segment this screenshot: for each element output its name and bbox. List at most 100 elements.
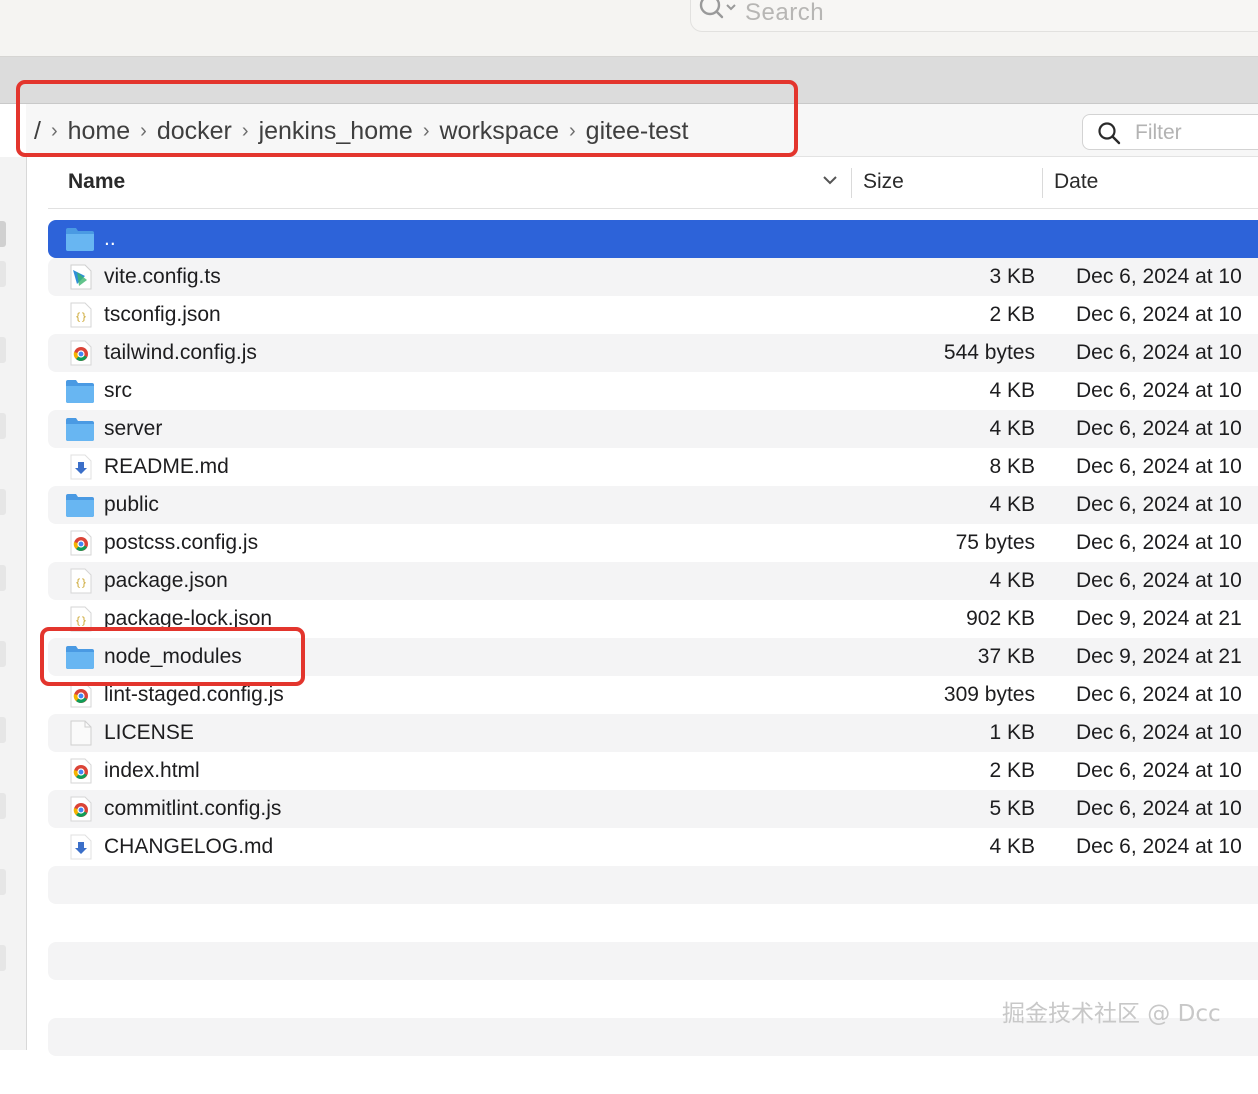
column-header: Name Size Date bbox=[48, 158, 1258, 209]
file-row[interactable]: vite.config.ts 3 KB Dec 6, 2024 at 10 bbox=[48, 258, 1258, 296]
sidebar-item[interactable] bbox=[0, 793, 6, 819]
file-date: Dec 6, 2024 at 10 bbox=[1076, 303, 1242, 326]
file-size: 4 KB bbox=[989, 379, 1035, 402]
file-size: 2 KB bbox=[989, 303, 1035, 326]
file-date: Dec 6, 2024 at 10 bbox=[1076, 417, 1242, 440]
file-size: 4 KB bbox=[989, 835, 1035, 858]
folder-icon bbox=[65, 378, 95, 404]
file-date: Dec 6, 2024 at 10 bbox=[1076, 379, 1242, 402]
file-size: 37 KB bbox=[977, 645, 1035, 668]
file-name: server bbox=[104, 417, 163, 440]
annotation-highlight-node-modules bbox=[40, 627, 305, 686]
search-icon bbox=[699, 0, 736, 19]
column-header-date[interactable]: Date bbox=[1054, 170, 1098, 194]
file-name: tailwind.config.js bbox=[104, 341, 257, 364]
file-row[interactable]: README.md 8 KB Dec 6, 2024 at 10 bbox=[48, 448, 1258, 486]
sidebar-item[interactable] bbox=[0, 221, 6, 247]
sidebar-item[interactable] bbox=[0, 261, 6, 287]
file-name: commitlint.config.js bbox=[104, 797, 282, 820]
svg-text:{}: {} bbox=[75, 312, 87, 323]
file-name: src bbox=[104, 379, 132, 402]
file-name: index.html bbox=[104, 759, 200, 782]
sidebar-item[interactable] bbox=[0, 337, 6, 363]
file-date: Dec 6, 2024 at 10 bbox=[1076, 493, 1242, 516]
file-date: Dec 6, 2024 at 10 bbox=[1076, 455, 1242, 478]
file-size: 2 KB bbox=[989, 759, 1035, 782]
file-size: 309 bytes bbox=[943, 683, 1035, 706]
watermark: 掘金技术社区 @ Dcc bbox=[1002, 1001, 1221, 1027]
file-date: Dec 6, 2024 at 10 bbox=[1076, 759, 1242, 782]
chrome-js-file-icon bbox=[65, 758, 95, 784]
file-date: Dec 9, 2024 at 21 bbox=[1076, 607, 1242, 630]
json-file-icon: {} bbox=[65, 568, 95, 594]
file-name: postcss.config.js bbox=[104, 531, 259, 554]
file-date: Dec 6, 2024 at 10 bbox=[1076, 341, 1242, 364]
file-row[interactable]: src 4 KB Dec 6, 2024 at 10 bbox=[48, 372, 1258, 410]
file-row[interactable]: postcss.config.js 75 bytes Dec 6, 2024 at … bbox=[48, 524, 1258, 562]
search-icon bbox=[1098, 122, 1121, 145]
typescript-file-icon bbox=[65, 264, 95, 290]
filter-placeholder: Filter bbox=[1135, 121, 1182, 144]
svg-text:{}: {} bbox=[75, 616, 87, 627]
markdown-file-icon bbox=[65, 454, 95, 480]
file-size: 75 bytes bbox=[955, 531, 1035, 554]
file-row[interactable]: public 4 KB Dec 6, 2024 at 10 bbox=[48, 486, 1258, 524]
chrome-js-file-icon bbox=[65, 530, 95, 556]
file-date: Dec 6, 2024 at 10 bbox=[1076, 569, 1242, 592]
sidebar-item[interactable] bbox=[0, 717, 6, 743]
file-row[interactable]: tailwind.config.js 544 bytes Dec 6, 2024 a… bbox=[48, 334, 1258, 372]
column-header-name[interactable]: Name bbox=[68, 170, 125, 194]
sidebar-item[interactable] bbox=[0, 489, 6, 515]
sidebar-item[interactable] bbox=[0, 565, 6, 591]
svg-text:{}: {} bbox=[75, 578, 87, 589]
sidebar-item[interactable] bbox=[0, 413, 6, 439]
file-row[interactable]: {} tsconfig.json 2 KB Dec 6, 2024 at 10 bbox=[48, 296, 1258, 334]
file-row[interactable]: commitlint.config.js 5 KB Dec 6, 2024 at 1… bbox=[48, 790, 1258, 828]
chrome-js-file-icon bbox=[65, 796, 95, 822]
markdown-file-icon bbox=[65, 834, 95, 860]
file-size: 1 KB bbox=[989, 721, 1035, 744]
column-divider[interactable] bbox=[1042, 168, 1043, 198]
file-name: LICENSE bbox=[104, 721, 194, 744]
file-size: 902 KB bbox=[966, 607, 1035, 630]
folder-icon bbox=[65, 492, 95, 518]
folder-icon bbox=[65, 226, 95, 252]
file-date: Dec 6, 2024 at 10 bbox=[1076, 835, 1242, 858]
sidebar-item[interactable] bbox=[0, 869, 6, 895]
file-row[interactable]: {} package.json 4 KB Dec 6, 2024 at 10 bbox=[48, 562, 1258, 600]
file-name: lint-staged.config.js bbox=[104, 683, 284, 706]
file-name: CHANGELOG.md bbox=[104, 835, 274, 858]
file-size: 5 KB bbox=[989, 797, 1035, 820]
file-size: 4 KB bbox=[989, 417, 1035, 440]
filter-input[interactable]: Filter bbox=[1082, 114, 1258, 150]
file-date: Dec 6, 2024 at 10 bbox=[1076, 721, 1242, 744]
folder-icon bbox=[65, 416, 95, 442]
annotation-highlight-path bbox=[16, 80, 798, 157]
file-size: 3 KB bbox=[989, 265, 1035, 288]
file-date: Dec 9, 2024 at 21 bbox=[1076, 645, 1242, 668]
sidebar-item[interactable] bbox=[0, 641, 6, 667]
file-row[interactable]: server 4 KB Dec 6, 2024 at 10 bbox=[48, 410, 1258, 448]
sidebar-item[interactable] bbox=[0, 945, 6, 971]
empty-row bbox=[48, 942, 1258, 980]
file-row[interactable]: CHANGELOG.md 4 KB Dec 6, 2024 at 10 bbox=[48, 828, 1258, 866]
chevron-down-icon[interactable] bbox=[822, 174, 838, 186]
json-file-icon: {} bbox=[65, 302, 95, 328]
file-row[interactable]: LICENSE 1 KB Dec 6, 2024 at 10 bbox=[48, 714, 1258, 752]
file-size: 544 bytes bbox=[943, 341, 1035, 364]
file-date: Dec 6, 2024 at 10 bbox=[1076, 531, 1242, 554]
file-row[interactable]: .. bbox=[48, 220, 1258, 258]
column-header-size[interactable]: Size bbox=[863, 170, 904, 194]
file-size: 4 KB bbox=[989, 493, 1035, 516]
chrome-js-file-icon bbox=[65, 340, 95, 366]
column-divider[interactable] bbox=[851, 168, 852, 198]
file-date: Dec 6, 2024 at 10 bbox=[1076, 265, 1242, 288]
toolbar-search-placeholder: Search bbox=[745, 0, 825, 26]
blank-file-icon bbox=[65, 720, 95, 746]
toolbar-search-field[interactable]: Search bbox=[690, 0, 1258, 32]
file-name: public bbox=[104, 493, 159, 516]
file-row[interactable]: index.html 2 KB Dec 6, 2024 at 10 bbox=[48, 752, 1258, 790]
file-name: .. bbox=[104, 227, 116, 250]
empty-row bbox=[48, 904, 1258, 942]
file-name: package.json bbox=[104, 569, 228, 592]
